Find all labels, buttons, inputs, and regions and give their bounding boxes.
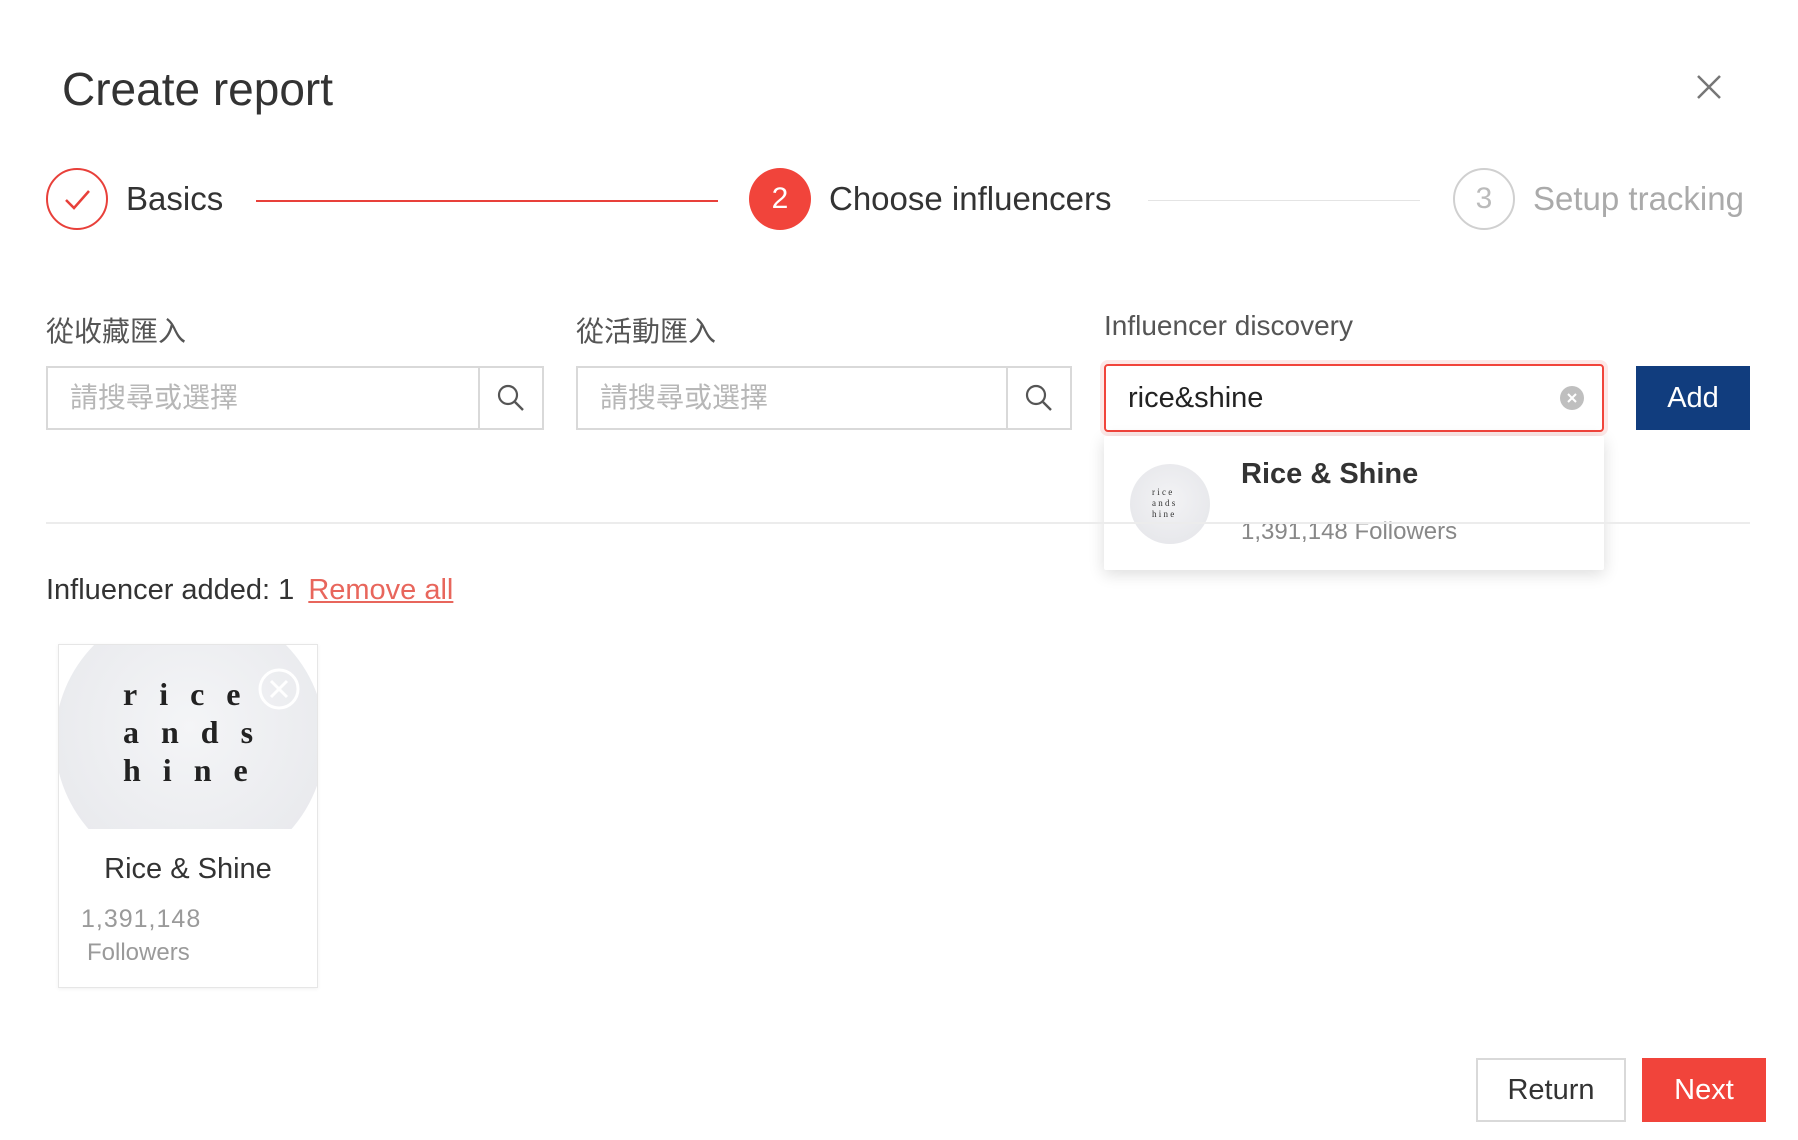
influencer-card-count: 1,391,148 (81, 905, 202, 933)
discovery-label: Influencer discovery (1104, 310, 1354, 341)
page-title: Create report (62, 63, 334, 115)
influencer-added-count: Influencer added: 1 (46, 574, 295, 606)
svg-text:a n d s: a n d s (1152, 498, 1176, 508)
svg-text:h i n e: h i n e (1152, 509, 1174, 519)
step-2-number: 2 (749, 168, 811, 230)
step-2-label: Choose influencers (829, 180, 1112, 217)
step-3-label: Setup tracking (1533, 180, 1744, 217)
remove-circle-icon[interactable] (257, 667, 301, 711)
clear-icon[interactable] (1560, 386, 1584, 410)
import-favorites-input[interactable] (48, 368, 478, 428)
suggestion-name: Rice & Shine (1241, 458, 1419, 490)
close-icon[interactable] (1692, 70, 1726, 104)
divider (46, 522, 1750, 524)
suggestion-item[interactable]: r i c e a n d s h i n e Rice & Shine 1,3… (1104, 436, 1604, 570)
return-button[interactable]: Return (1476, 1058, 1626, 1122)
influencer-card-name: Rice & Shine (104, 853, 272, 885)
influencer-card-followers-label: Followers (87, 939, 190, 966)
svg-text:hine: hine (123, 752, 270, 788)
import-favorites-select (46, 366, 544, 430)
search-icon[interactable] (478, 368, 542, 428)
search-icon[interactable] (1006, 368, 1070, 428)
remove-all-link[interactable]: Remove all (308, 574, 453, 606)
discovery-search-box (1104, 364, 1604, 432)
import-campaign-input[interactable] (578, 368, 1006, 428)
influencer-card: rice ands hine Rice & Shine 1,391,148 Fo… (58, 644, 318, 988)
import-favorites-label: 從收藏匯入 (46, 316, 187, 347)
step-connector-1 (256, 200, 718, 202)
discovery-input[interactable] (1106, 366, 1560, 430)
step-connector-2 (1148, 200, 1420, 201)
svg-text:rice: rice (123, 676, 263, 712)
step-1-label: Basics (126, 180, 224, 217)
influencer-added-row: Influencer added: 1 Remove all (46, 574, 453, 607)
next-button[interactable]: Next (1642, 1058, 1766, 1122)
step-1-check-icon (46, 168, 108, 230)
add-button[interactable]: Add (1636, 366, 1750, 430)
import-campaign-select (576, 366, 1072, 430)
svg-text:r i c e: r i c e (1152, 487, 1172, 497)
avatar: r i c e a n d s h i n e (1130, 464, 1210, 544)
step-3-number: 3 (1453, 168, 1515, 230)
import-campaign-label: 從活動匯入 (576, 316, 717, 347)
svg-text:ands: ands (123, 714, 275, 750)
